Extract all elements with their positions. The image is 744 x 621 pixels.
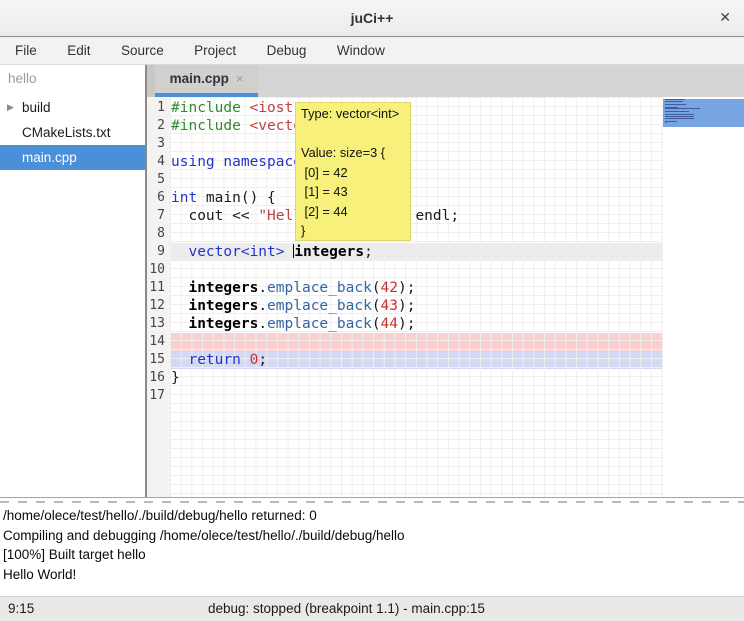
code-line[interactable]: #include <vector> [170, 117, 663, 135]
output-line: Hello World! [3, 565, 744, 585]
tooltip-close-brace: } [301, 221, 410, 241]
debug-value-tooltip: Type: vector<int> Value: size=3 { [0] = … [295, 102, 411, 241]
tree-item-label: CMakeLists.txt [22, 120, 111, 145]
tree-item-cmakelists[interactable]: CMakeLists.txt [0, 120, 145, 145]
minimap-visible-region[interactable] [663, 99, 744, 127]
minimap-code-line [665, 118, 694, 119]
app-window: juCi++ ✕ File Edit Source Project Debug … [0, 0, 744, 621]
line-number[interactable]: 7 [147, 207, 170, 225]
line-number[interactable]: 4 [147, 153, 170, 171]
minimap-code-line [665, 108, 700, 109]
debug-status: debug: stopped (breakpoint 1.1) - main.c… [208, 601, 485, 616]
output-line: [100%] Built target hello [3, 545, 744, 565]
status-bar: 9:15 debug: stopped (breakpoint 1.1) - m… [0, 596, 744, 621]
code-line[interactable]: vector<int> integers; [170, 243, 663, 261]
tooltip-item-1: [1] = 43 [301, 182, 410, 202]
line-number[interactable]: 3 [147, 135, 170, 153]
minimap-code-line [665, 111, 689, 112]
code-line[interactable] [170, 135, 663, 153]
line-number[interactable]: 11 [147, 279, 170, 297]
code-line[interactable] [170, 333, 663, 351]
menu-debug[interactable]: Debug [254, 37, 320, 64]
cursor-position: 9:15 [8, 601, 34, 616]
line-number[interactable]: 1 [147, 99, 170, 117]
minimap[interactable] [663, 97, 744, 497]
minimap-code-line [665, 104, 686, 105]
code-line[interactable]: } [170, 369, 663, 387]
code-line[interactable]: integers.emplace_back(44); [170, 315, 663, 333]
menu-edit[interactable]: Edit [54, 37, 103, 64]
minimap-code-line [665, 121, 677, 122]
title-bar[interactable]: juCi++ ✕ [0, 0, 744, 37]
line-number[interactable]: 12 [147, 297, 170, 315]
line-number[interactable]: 14 [147, 333, 170, 351]
tab-bar: main.cpp × [147, 65, 744, 97]
line-number-gutter[interactable]: 1234567891011121314151617 [147, 99, 170, 497]
code-editor[interactable]: 1234567891011121314151617 #include <iost… [147, 97, 744, 497]
menu-source[interactable]: Source [108, 37, 177, 64]
tab-close-icon[interactable]: × [236, 71, 244, 86]
menu-window[interactable]: Window [324, 37, 398, 64]
project-root-label: hello [8, 71, 37, 86]
tree-item-label: main.cpp [22, 145, 77, 170]
minimap-code-line [665, 122, 666, 123]
tree-item-maincpp[interactable]: main.cpp [0, 145, 145, 170]
output-line: /home/olece/test/hello/./build/debug/hel… [3, 506, 744, 526]
pane-handle-dashes [0, 501, 744, 503]
menu-bar: File Edit Source Project Debug Window [0, 37, 744, 65]
code-line[interactable]: return 0; [170, 351, 663, 369]
tooltip-blank-line [301, 124, 410, 144]
tab-label: main.cpp [170, 71, 229, 86]
tree-item-label: build [22, 95, 51, 120]
code-line[interactable]: integers.emplace_back(43); [170, 297, 663, 315]
code-line[interactable]: using namespace std; [170, 153, 663, 171]
code-line[interactable] [170, 225, 663, 243]
line-number[interactable]: 16 [147, 369, 170, 387]
tab-bar-corner [147, 65, 155, 97]
code-line[interactable]: int main() { [170, 189, 663, 207]
editor-content: main.cpp× 1234567891011121314151617 #inc… [147, 65, 744, 497]
line-number[interactable]: 13 [147, 315, 170, 333]
line-number[interactable]: 8 [147, 225, 170, 243]
tooltip-item-2: [2] = 44 [301, 202, 410, 222]
menu-project[interactable]: Project [181, 37, 249, 64]
tooltip-type-line: Type: vector<int> [301, 104, 410, 124]
close-icon[interactable]: ✕ [719, 9, 731, 26]
line-number[interactable]: 17 [147, 387, 170, 405]
tab-maincpp[interactable]: main.cpp × [155, 65, 258, 93]
tooltip-value-line: Value: size=3 { [301, 143, 410, 163]
code-text[interactable]: #include <iostream>#include <vector> usin… [170, 99, 663, 405]
menu-file[interactable]: File [2, 37, 50, 64]
code-line[interactable]: #include <iostream> [170, 99, 663, 117]
line-number[interactable]: 6 [147, 189, 170, 207]
code-line[interactable] [170, 387, 663, 405]
main-body: hello ▶ build CMakeLists.txt main.cpp ma… [0, 65, 744, 497]
code-line[interactable] [170, 171, 663, 189]
output-line: Compiling and debugging /home/olece/test… [3, 526, 744, 546]
line-number[interactable]: 9 [147, 243, 170, 261]
line-number[interactable]: 15 [147, 351, 170, 369]
output-panel: /home/olece/test/hello/./build/debug/hel… [0, 504, 744, 596]
code-line[interactable]: cout << "Hello World!" << endl; [170, 207, 663, 225]
code-line[interactable] [170, 261, 663, 279]
pane-resize-handle[interactable] [0, 497, 744, 504]
tree-item-build[interactable]: ▶ build [0, 95, 145, 120]
line-number[interactable]: 5 [147, 171, 170, 189]
line-number[interactable]: 2 [147, 117, 170, 135]
code-line[interactable]: integers.emplace_back(42); [170, 279, 663, 297]
line-number[interactable]: 10 [147, 261, 170, 279]
minimap-code-line [665, 101, 683, 102]
expander-icon[interactable]: ▶ [7, 95, 14, 120]
window-title: juCi++ [0, 10, 744, 26]
project-tree-panel: hello ▶ build CMakeLists.txt main.cpp [0, 65, 147, 497]
tooltip-item-0: [0] = 42 [301, 163, 410, 183]
